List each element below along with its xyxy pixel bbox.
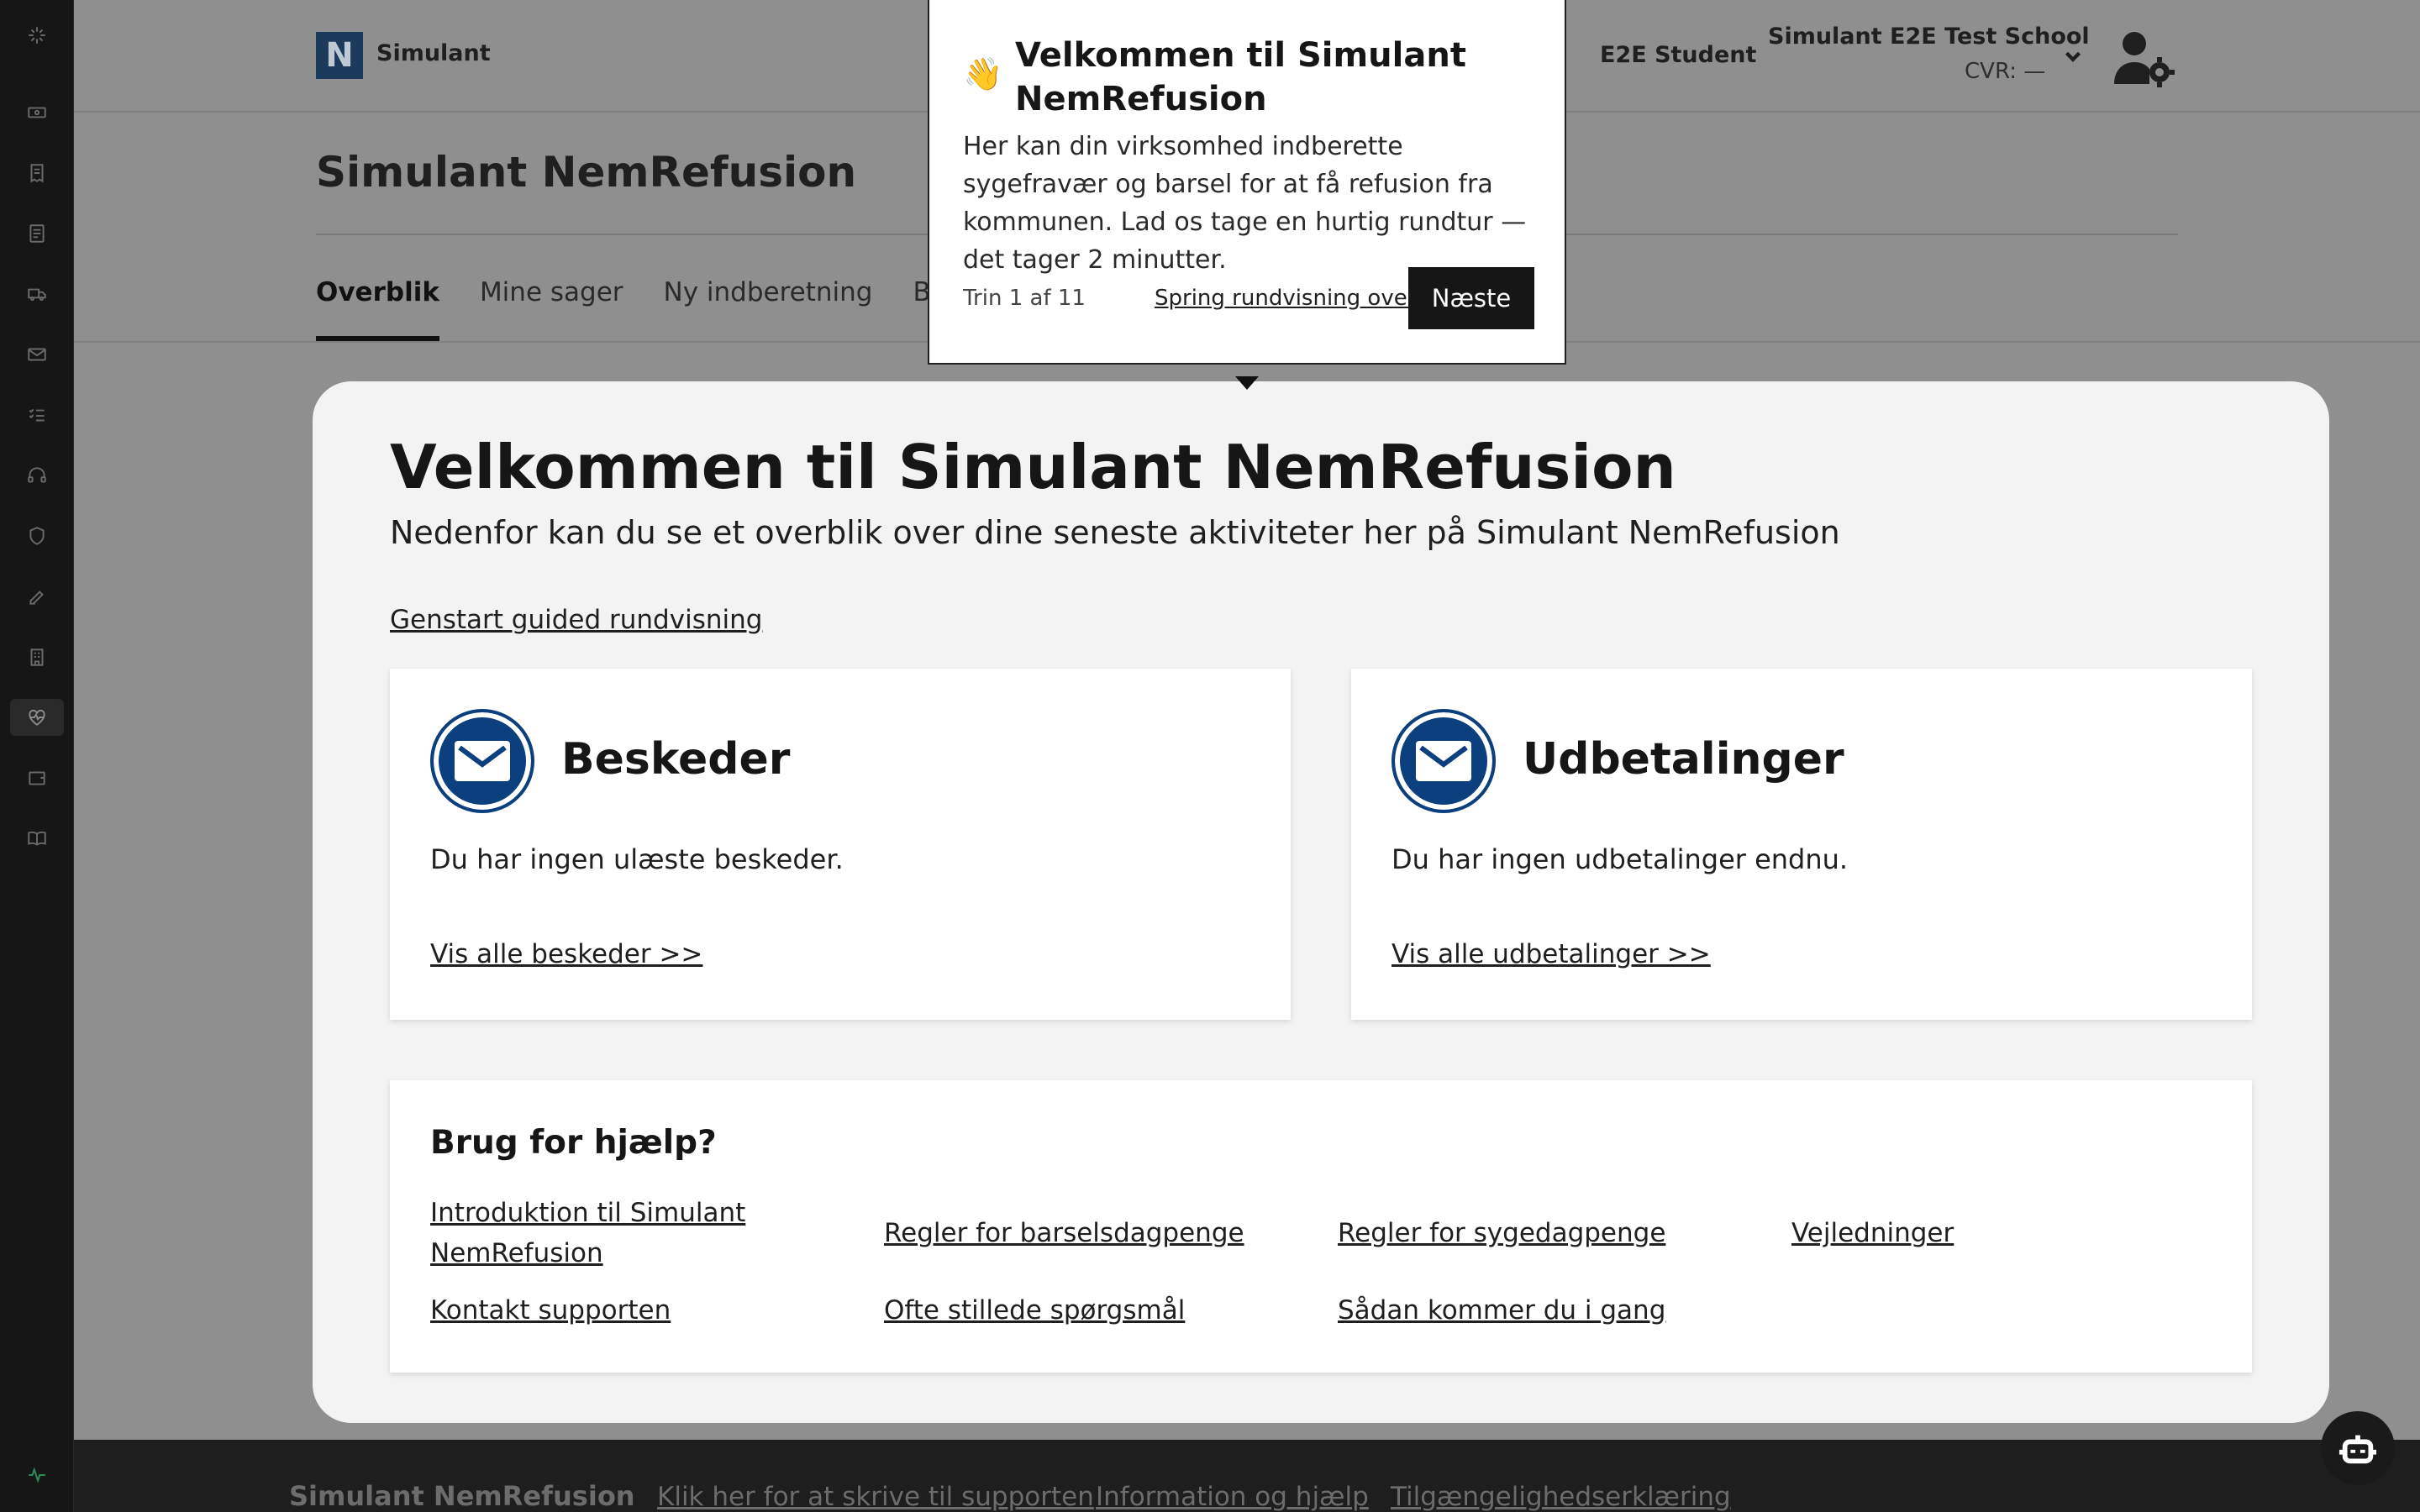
mail-icon — [1392, 709, 1496, 813]
tab-ny-indberetning[interactable]: Ny indberetning — [664, 277, 873, 341]
card-title: Udbetalinger — [1523, 734, 1844, 785]
robot-icon — [2338, 1435, 2377, 1464]
logo[interactable]: N — [316, 32, 363, 79]
card-text: Du har ingen udbetalinger endnu. — [1392, 843, 1849, 875]
help-link-guides[interactable]: Vejledninger — [1791, 1213, 1954, 1253]
tour-body: Her kan din virksomhed indberette sygefr… — [963, 132, 1527, 275]
help-link-sygedagpenge-rules[interactable]: Regler for sygedagpenge — [1338, 1213, 1665, 1253]
next-button[interactable]: Næste — [1408, 267, 1534, 329]
help-link-getting-started[interactable]: Sådan kommer du i gang — [1338, 1290, 1665, 1331]
book-icon[interactable] — [18, 820, 55, 857]
school-name[interactable]: Simulant E2E Test School — [1768, 24, 2090, 50]
skip-tour-link[interactable]: Spring rundvisning over — [1155, 286, 1416, 311]
truck-icon[interactable] — [18, 276, 55, 312]
view-all-payments-link[interactable]: Vis alle udbetalinger >> — [1392, 939, 1711, 969]
cash-icon[interactable] — [18, 94, 55, 131]
footer-link-support[interactable]: Klik her for at skrive til supporten — [657, 1482, 1094, 1512]
help-link-introduction[interactable]: Introduktion til Simulant NemRefusion — [430, 1193, 783, 1273]
wallet-icon[interactable] — [18, 759, 55, 796]
footer-link-help[interactable]: Information og hjælp — [1096, 1482, 1369, 1512]
help-card: Brug for hjælp? Introduktion til Simulan… — [390, 1080, 2252, 1373]
shield-icon[interactable] — [18, 517, 55, 554]
card-text: Du har ingen ulæste beskeder. — [430, 843, 844, 875]
welcome-heading: Velkommen til Simulant NemRefusion — [390, 432, 1676, 502]
document-icon[interactable] — [18, 215, 55, 252]
heart-pulse-icon[interactable] — [10, 699, 64, 736]
cvr-label: CVR: — — [1965, 59, 2046, 84]
help-link-barsel-rules[interactable]: Regler for barselsdagpenge — [884, 1213, 1244, 1253]
messages-card: Beskeder Du har ingen ulæste beskeder. V… — [390, 669, 1291, 1020]
sparkle-icon[interactable] — [18, 17, 55, 54]
tour-step-counter: Trin 1 af 11 — [963, 286, 1086, 311]
footer: Simulant NemRefusion Klik her for at skr… — [74, 1440, 2420, 1512]
headset-icon[interactable] — [18, 457, 55, 494]
tab-bar: Overblik Mine sager Ny indberetning Besk… — [316, 277, 1031, 344]
tab-overblik[interactable]: Overblik — [316, 277, 439, 341]
popover-arrow — [1235, 376, 1259, 390]
help-title: Brug for hjælp? — [430, 1124, 717, 1162]
tour-title: Velkommen til Simulant NemRefusion — [1015, 36, 1466, 118]
building-icon[interactable] — [18, 638, 55, 675]
user-name: E2E Student — [1600, 42, 1757, 68]
overview-panel: Velkommen til Simulant NemRefusion Neden… — [313, 381, 2329, 1423]
tab-mine-sager[interactable]: Mine sager — [480, 277, 623, 341]
user-settings-icon[interactable] — [2111, 29, 2178, 87]
activity-icon[interactable] — [18, 1457, 55, 1494]
chevron-down-icon[interactable] — [2060, 44, 2086, 69]
app-name[interactable]: Simulant — [376, 40, 491, 66]
waving-hand-icon: 👋 — [963, 55, 1003, 92]
footer-brand: Simulant NemRefusion — [289, 1480, 635, 1512]
mail-icon — [430, 709, 534, 813]
pen-icon[interactable] — [18, 578, 55, 615]
card-title: Beskeder — [561, 734, 791, 785]
receipt-icon[interactable] — [18, 155, 55, 192]
footer-link-accessibility[interactable]: Tilgængelighedserklæring — [1391, 1482, 1731, 1512]
view-all-messages-link[interactable]: Vis alle beskeder >> — [430, 939, 702, 969]
welcome-subheading: Nedenfor kan du se et overblik over dine… — [390, 514, 1840, 551]
help-link-contact-support[interactable]: Kontakt supporten — [430, 1290, 671, 1331]
payments-card: Udbetalinger Du har ingen udbetalinger e… — [1351, 669, 2252, 1020]
chatbot-button[interactable] — [2321, 1411, 2395, 1485]
help-link-faq[interactable]: Ofte stillede spørgsmål — [884, 1290, 1185, 1331]
restart-tour-link[interactable]: Genstart guided rundvisning — [390, 605, 762, 635]
mail-icon[interactable] — [18, 336, 55, 373]
checklist-icon[interactable] — [18, 396, 55, 433]
tour-popover: 👋 Velkommen til Simulant NemRefusion Her… — [928, 0, 1566, 365]
page-title: Simulant NemRefusion — [316, 148, 857, 197]
app-rail — [0, 0, 74, 1512]
